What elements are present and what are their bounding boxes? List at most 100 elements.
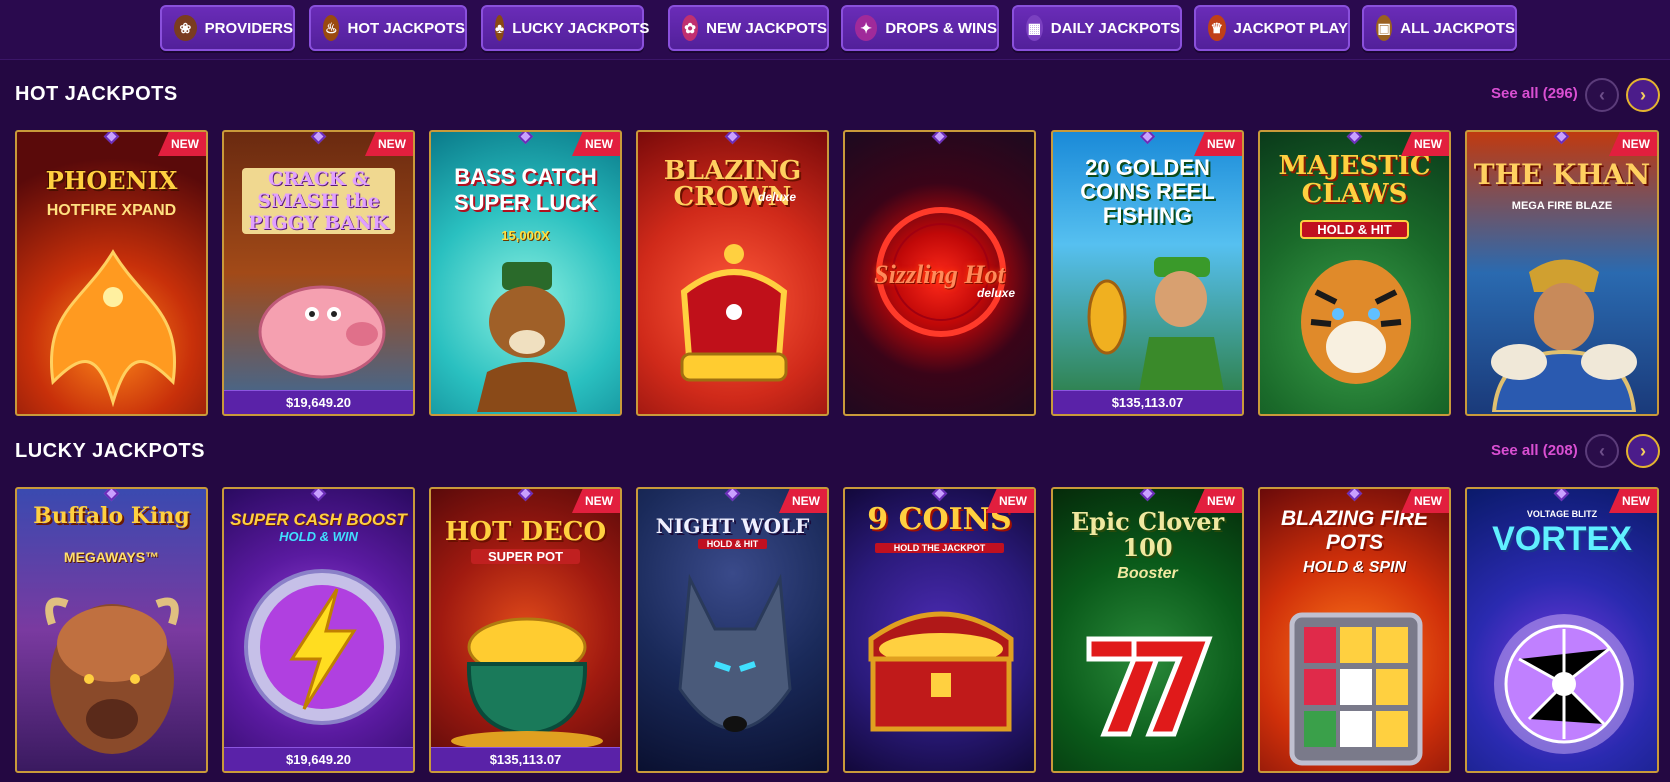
game-card[interactable]: NEW MAJESTIC CLAWS HOLD & HIT — [1258, 130, 1451, 416]
game-card[interactable]: Buffalo King MEGAWAYS™ — [15, 487, 208, 773]
card-pin — [1139, 132, 1156, 145]
jackpot-category-nav: ❀ PROVIDERS ♨ HOT JACKPOTS ♣ LUCKY JACKP… — [0, 0, 1670, 60]
fisherman-art — [1087, 257, 1224, 392]
see-all-lucky-jackpots[interactable]: See all (208) — [1491, 442, 1578, 459]
nav-label: PROVIDERS — [204, 19, 293, 37]
crown-art — [680, 244, 788, 382]
calendar-icon: ▦ — [1026, 15, 1043, 41]
game-subtitle: HOLD THE JACKPOT — [875, 543, 1004, 553]
chevron-left-icon: ‹ — [1599, 84, 1605, 105]
card-pin — [103, 489, 120, 502]
new-badge: NEW — [1194, 132, 1242, 156]
card-pin — [1346, 132, 1363, 145]
new-badge: NEW — [365, 132, 413, 156]
card-pin — [1553, 489, 1570, 502]
game-card[interactable]: Sizzling Hot deluxe — [843, 130, 1036, 416]
game-card[interactable]: NEW HOT DECO SUPER POT $135,113.07 — [429, 487, 622, 773]
card-pin — [1139, 489, 1156, 502]
nav-daily-jackpots[interactable]: ▦ DAILY JACKPOTS — [1012, 5, 1182, 51]
section-title-hot-jackpots: HOT JACKPOTS — [15, 83, 178, 105]
treasure-chest-art — [868, 611, 1014, 732]
game-title: HOT DECO — [444, 517, 607, 547]
nav-all-jackpots[interactable]: ▣ ALL JACKPOTS — [1362, 5, 1517, 51]
card-pin — [931, 132, 948, 145]
nav-label: LUCKY JACKPOTS — [512, 19, 650, 37]
game-title: THE KHAN — [1473, 158, 1651, 191]
carousel-prev-button[interactable]: ‹ — [1585, 78, 1619, 112]
game-card[interactable]: NEW 9 COINS HOLD THE JACKPOT — [843, 487, 1036, 773]
scroll-icon: ❀ — [174, 15, 197, 41]
game-subtitle: Booster — [1117, 565, 1178, 582]
game-card[interactable]: NEW THE KHAN MEGA FIRE BLAZE — [1465, 130, 1659, 416]
card-pin — [517, 489, 534, 502]
carousel-prev-button[interactable]: ‹ — [1585, 434, 1619, 468]
card-pin — [310, 132, 327, 145]
card-pin — [1346, 489, 1363, 502]
phoenix-art — [50, 249, 176, 408]
new-badge: NEW — [158, 132, 206, 156]
treasure-chest-icon: ▣ — [1376, 15, 1393, 41]
game-title: 20 GOLDEN COINS REEL FISHING — [1080, 155, 1215, 228]
jackpot-amount: $135,113.07 — [431, 747, 620, 771]
nav-label: HOT JACKPOTS — [347, 19, 465, 37]
plasma-orb-art — [1494, 614, 1634, 754]
pot-of-gold-art — [451, 617, 603, 749]
game-card[interactable]: BLAZING CROWN deluxe — [636, 130, 829, 416]
game-card[interactable]: NEW PHOENIX HOTFIRE XPAND — [15, 130, 208, 416]
card-pin — [931, 489, 948, 502]
game-title: BLAZING FIRE POTS — [1281, 507, 1428, 554]
drops-wins-icon: ✦ — [855, 15, 878, 41]
dog-fisherman-art — [477, 262, 577, 412]
game-subtitle: deluxe — [758, 190, 797, 204]
slot-machine-art — [1289, 612, 1423, 766]
new-badge: NEW — [572, 489, 620, 513]
game-card[interactable]: NEW Epic Clover 100 Booster — [1051, 487, 1244, 773]
carousel-next-button[interactable]: › — [1626, 434, 1660, 468]
nav-providers[interactable]: ❀ PROVIDERS — [160, 5, 295, 51]
game-subtitle: deluxe — [977, 286, 1016, 300]
game-card[interactable]: SUPER CASH BOOST HOLD & WIN $19,649.20 — [222, 487, 415, 773]
carousel-next-button[interactable]: › — [1626, 78, 1660, 112]
game-card[interactable]: NEW 20 GOLDEN COINS REEL FISHING $135,11… — [1051, 130, 1244, 416]
new-badge: NEW — [1401, 132, 1449, 156]
new-badge: NEW — [986, 489, 1034, 513]
game-subtitle: HOTFIRE XPAND — [46, 202, 177, 219]
see-all-hot-jackpots[interactable]: See all (296) — [1491, 85, 1578, 102]
game-card[interactable]: NEW CRACK & SMASH the PIGGY BANK $19,649… — [222, 130, 415, 416]
section-title-lucky-jackpots: LUCKY JACKPOTS — [15, 440, 205, 462]
new-badge: NEW — [1609, 132, 1657, 156]
chevron-right-icon: › — [1640, 440, 1646, 461]
chevron-left-icon: ‹ — [1599, 440, 1605, 461]
nav-new-jackpots[interactable]: ✿ NEW JACKPOTS — [668, 5, 829, 51]
game-subtitle: MEGA FIRE BLAZE — [1511, 200, 1613, 212]
game-subtitle: 15,000X — [501, 228, 550, 243]
new-badge: NEW — [1401, 489, 1449, 513]
game-card[interactable]: NEW NIGHT WOLF HOLD & HIT — [636, 487, 829, 773]
game-card[interactable]: NEW BLAZING FIRE POTS HOLD & SPIN — [1258, 487, 1451, 773]
game-title: CRACK & SMASH the PIGGY BANK — [242, 168, 395, 234]
khan-warrior-art — [1491, 259, 1637, 412]
game-title: BASS CATCH SUPER LUCK — [453, 164, 597, 215]
nav-label: JACKPOT PLAY — [1233, 19, 1348, 37]
lightning-bolt-art — [244, 569, 400, 725]
game-card[interactable]: NEW BASS CATCH SUPER LUCK 15,000X — [429, 130, 622, 416]
game-subtitle: HOLD & HIT — [698, 539, 767, 549]
lucky-bag-icon: ♣ — [495, 15, 505, 41]
nav-hot-jackpots[interactable]: ♨ HOT JACKPOTS — [309, 5, 467, 51]
card-pin — [103, 132, 120, 145]
game-subtitle: MEGAWAYS™ — [63, 549, 160, 565]
game-subtitle: HOLD & WIN — [279, 529, 358, 544]
game-subtitle: HOLD & HIT — [1300, 220, 1409, 239]
card-pin — [724, 132, 741, 145]
jackpot-amount: $135,113.07 — [1053, 390, 1242, 414]
wolf-art — [678, 573, 792, 732]
jackpot-play-icon: ♛ — [1208, 15, 1226, 41]
nav-lucky-jackpots[interactable]: ♣ LUCKY JACKPOTS — [481, 5, 649, 51]
nav-jackpot-play[interactable]: ♛ JACKPOT PLAY — [1194, 5, 1350, 51]
piggy-bank-art — [258, 285, 386, 379]
game-subtitle: HOLD & SPIN — [1302, 559, 1407, 576]
jackpot-amount: $19,649.20 — [224, 390, 413, 414]
game-card[interactable]: NEW VOLTAGE BLITZ VORTEX — [1465, 487, 1659, 773]
nav-drops-wins[interactable]: ✦ DROPS & WINS — [841, 5, 999, 51]
new-badge: NEW — [1609, 489, 1657, 513]
